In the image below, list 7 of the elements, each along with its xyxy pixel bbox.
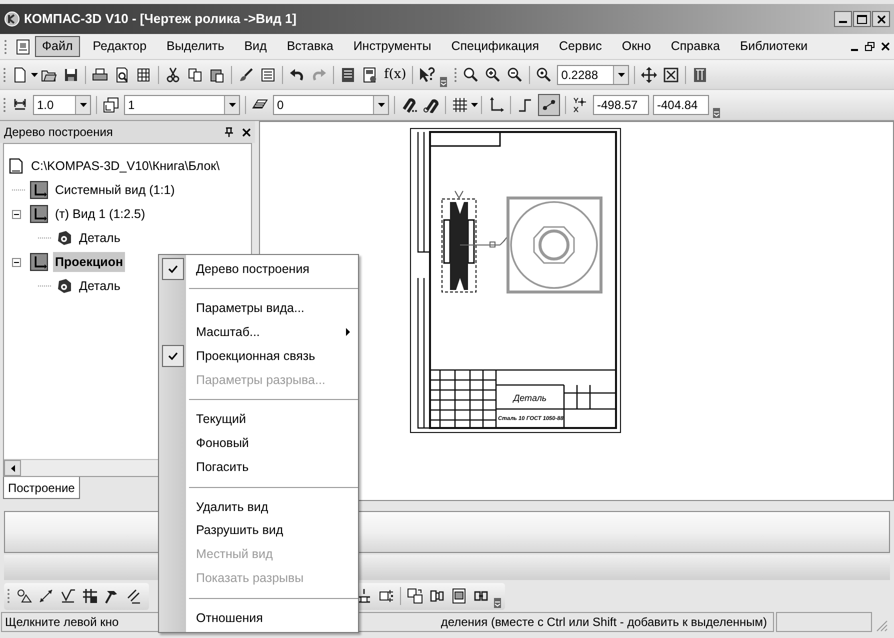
- menu-item: Показать разрывы: [196, 569, 304, 588]
- menu-item: Местный вид: [196, 545, 273, 564]
- part-name-text: Деталь: [513, 393, 547, 403]
- status-text: деления (вместе с Ctrl или Shift - добавить к выделенным): [440, 614, 768, 631]
- status-text: Щелкните левой кно: [4, 614, 119, 631]
- window-title: КОМПАС-3D V10 - [Чертеж ролика ->Вид 1]: [24, 10, 297, 28]
- panel-title: Дерево построения: [4, 124, 113, 141]
